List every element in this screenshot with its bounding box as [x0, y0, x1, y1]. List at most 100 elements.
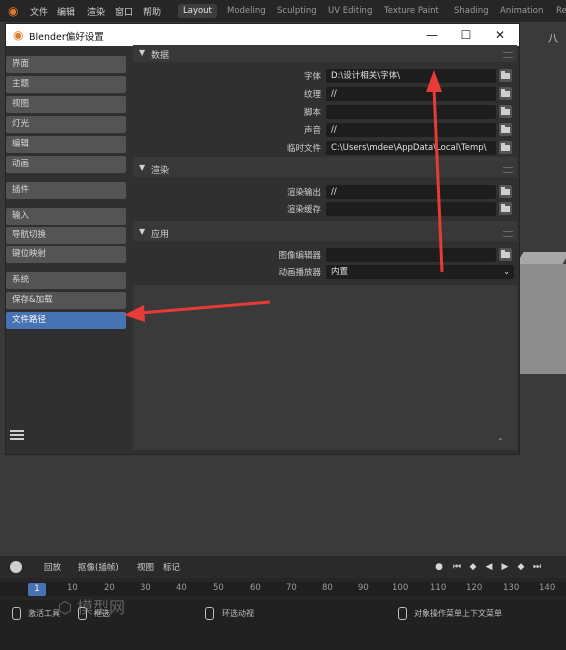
field-label: 渲染缓存	[286, 205, 321, 215]
sidebar-item-editing[interactable]: 编辑	[6, 136, 126, 153]
close-button[interactable]: ✕	[486, 26, 514, 44]
dialog-titlebar[interactable]: ◉ Blender偏好设置 — ☐ ✕	[6, 24, 519, 46]
folder-icon[interactable]	[499, 202, 512, 215]
frame-tick: 90	[358, 583, 369, 593]
play-reverse-icon[interactable]: ◀	[482, 561, 496, 573]
frame-tick: 130	[503, 583, 520, 593]
frame-tick: 100	[392, 583, 409, 593]
frame-tick: 40	[176, 583, 187, 593]
scripts-path-input[interactable]	[326, 105, 496, 119]
mouse-icon	[398, 607, 407, 620]
frame-tick: 30	[140, 583, 151, 593]
sidebar-item-keymap[interactable]: 键位映射	[6, 246, 126, 263]
timeline-menu-view[interactable]: 视图	[137, 561, 154, 573]
timeline-menu-keying[interactable]: 抠像(插帧)	[78, 561, 119, 573]
workspace-tab-sculpting[interactable]: Sculpting	[272, 4, 322, 18]
minimize-button[interactable]: —	[418, 26, 446, 44]
select-value: 内置	[331, 267, 349, 277]
workspace-tab-modeling[interactable]: Modeling	[222, 4, 271, 18]
folder-icon[interactable]	[499, 141, 512, 154]
sidebar-item-file-paths[interactable]: 文件路径	[6, 312, 126, 329]
path-row-sounds: 声音 //	[133, 122, 517, 138]
field-label: 动画播放器	[278, 268, 321, 278]
folder-icon[interactable]	[499, 185, 512, 198]
folder-icon[interactable]	[499, 105, 512, 118]
sidebar-item-addons[interactable]: 插件	[6, 182, 126, 199]
render-output-path-input[interactable]: //	[326, 185, 496, 199]
sidebar-item-interface[interactable]: 界面	[6, 56, 126, 73]
timeline-menu-marker[interactable]: 标记	[163, 561, 180, 573]
menu-help[interactable]: 帮助	[143, 5, 161, 18]
workspace-tab-uv-editing[interactable]: UV Editing	[323, 4, 377, 18]
folder-icon[interactable]	[499, 87, 512, 100]
resize-chevron-icon[interactable]: ⌃	[497, 437, 504, 446]
path-row-textures: 纹理 //	[133, 86, 517, 102]
default-cube[interactable]	[516, 252, 566, 374]
sidebar-item-animation[interactable]: 动画	[6, 156, 126, 173]
sounds-path-input[interactable]: //	[326, 123, 496, 137]
menu-window[interactable]: 窗口	[115, 5, 133, 18]
viewport-gizmo-icon[interactable]: 八	[548, 30, 566, 48]
textures-path-input[interactable]: //	[326, 87, 496, 101]
section-header-applications[interactable]: ▼ 应用	[133, 225, 517, 241]
section-header-data[interactable]: ▼ 数据	[133, 46, 517, 62]
temp-path-input[interactable]: C:\Users\mdee\AppData\Local\Temp\	[326, 141, 496, 155]
frame-tick: 120	[466, 583, 483, 593]
top-bar: ◉ 文件 编辑 渲染 窗口 帮助 Layout Modeling Sculpti…	[0, 0, 566, 22]
status-hint-right: 对象操作菜单上下文菜单	[414, 609, 502, 618]
workspace-tab-more[interactable]: Re	[551, 4, 566, 18]
workspace-tab-texture-paint[interactable]: Texture Paint	[379, 4, 444, 18]
timeline-menu-playback[interactable]: 回放	[44, 561, 61, 573]
record-icon[interactable]: ●	[432, 561, 446, 573]
blender-logo-icon[interactable]: ◉	[8, 4, 22, 18]
folder-icon[interactable]	[499, 123, 512, 136]
animation-player-select[interactable]: 内置 ⌄	[326, 265, 514, 279]
sidebar-item-input[interactable]: 输入	[6, 208, 126, 225]
sidebar-item-navigation[interactable]: 导航切换	[6, 227, 126, 244]
sidebar-item-lights[interactable]: 灯光	[6, 116, 126, 133]
field-label: 临时文件	[286, 144, 321, 154]
mouse-left-icon	[12, 607, 21, 620]
prev-keyframe-icon[interactable]: ◆	[466, 561, 480, 573]
menu-file[interactable]: 文件	[30, 5, 48, 18]
menu-render[interactable]: 渲染	[87, 5, 105, 18]
sidebar-item-themes[interactable]: 主题	[6, 76, 126, 93]
frame-tick: 50	[213, 583, 224, 593]
frame-tick: 60	[250, 583, 261, 593]
current-frame-indicator[interactable]: 1	[28, 583, 46, 596]
folder-icon[interactable]	[499, 69, 512, 82]
play-icon[interactable]: ▶	[498, 561, 512, 573]
drag-handle-icon[interactable]	[503, 231, 513, 237]
row-animation-player: 动画播放器 内置 ⌄	[133, 264, 517, 280]
sidebar-item-save-load[interactable]: 保存&加载	[6, 292, 126, 309]
jump-end-icon[interactable]: ⏭	[530, 561, 544, 573]
drag-handle-icon[interactable]	[503, 167, 513, 173]
maximize-button[interactable]: ☐	[452, 26, 480, 44]
section-header-render[interactable]: ▼ 渲染	[133, 161, 517, 177]
frame-tick: 10	[67, 583, 78, 593]
path-row-scripts: 脚本	[133, 104, 517, 120]
workspace-tab-animation[interactable]: Animation	[495, 4, 548, 18]
timeline-editor-type-icon[interactable]	[10, 561, 22, 573]
field-label: 声音	[303, 126, 321, 136]
folder-icon[interactable]	[499, 248, 512, 261]
status-hint-mid2: 环选动视	[222, 609, 254, 618]
drag-handle-icon[interactable]	[503, 52, 513, 58]
sidebar-item-viewport[interactable]: 视图	[6, 96, 126, 113]
hamburger-menu-icon[interactable]	[10, 428, 24, 440]
path-row-render-output: 渲染输出 //	[133, 184, 517, 200]
frame-tick: 110	[430, 583, 447, 593]
menu-edit[interactable]: 编辑	[57, 5, 75, 18]
render-cache-path-input[interactable]	[326, 202, 496, 216]
next-keyframe-icon[interactable]: ◆	[514, 561, 528, 573]
jump-start-icon[interactable]: ⏮	[450, 561, 464, 573]
workspace-tab-shading[interactable]: Shading	[449, 4, 494, 18]
mouse-middle-icon	[78, 607, 87, 620]
image-editor-path-input[interactable]	[326, 248, 496, 262]
chevron-down-icon: ⌄	[503, 267, 510, 276]
frame-tick: 20	[104, 583, 115, 593]
sidebar-item-system[interactable]: 系统	[6, 272, 126, 289]
timeline-header: 回放 抠像(插帧) 视图 标记 ● ⏮ ◆ ◀ ▶ ◆ ⏭	[0, 556, 566, 578]
workspace-tab-layout[interactable]: Layout	[178, 4, 217, 18]
fonts-path-input[interactable]: D:\设计相关\字体\	[326, 69, 496, 83]
